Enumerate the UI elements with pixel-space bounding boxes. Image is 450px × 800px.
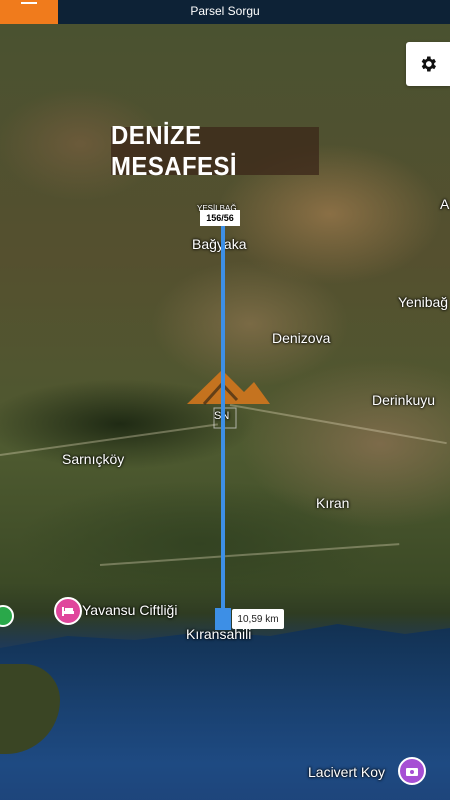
place-label-denizova: Denizova — [272, 330, 331, 346]
sea-endpoint-marker — [215, 608, 231, 630]
place-label-derinkuyu: Derinkuyu — [372, 392, 436, 408]
page-title: Parsel Sorgu — [190, 4, 260, 18]
camera-icon — [406, 768, 418, 776]
bed-icon — [62, 607, 74, 616]
map-road — [99, 543, 400, 566]
place-label-lacivert: Lacivert Koy — [308, 764, 386, 780]
distance-banner: DENİZE MESAFESİ — [111, 120, 319, 181]
place-label-yenibag: Yenibağ — [398, 294, 449, 310]
place-label-sarnickoy: Sarnıçköy — [62, 451, 125, 467]
watermark-logo — [187, 370, 270, 429]
header-bar: Parsel Sorgu — [0, 0, 450, 24]
settings-button[interactable] — [406, 42, 450, 86]
parcel-label[interactable]: 156/56 — [200, 210, 240, 226]
hotel-poi-icon[interactable] — [54, 597, 82, 625]
distance-label: 10,59 km — [232, 609, 284, 629]
place-label-bagyaka: Bağyaka — [192, 236, 247, 252]
place-label-yavansu: Yavansu Ciftliği — [82, 602, 178, 618]
camera-poi-icon[interactable] — [398, 757, 426, 785]
distance-route-line — [221, 218, 225, 618]
gear-icon — [421, 56, 436, 72]
place-label-kiran: Kıran — [316, 495, 350, 511]
place-label-edge: A — [440, 196, 450, 212]
